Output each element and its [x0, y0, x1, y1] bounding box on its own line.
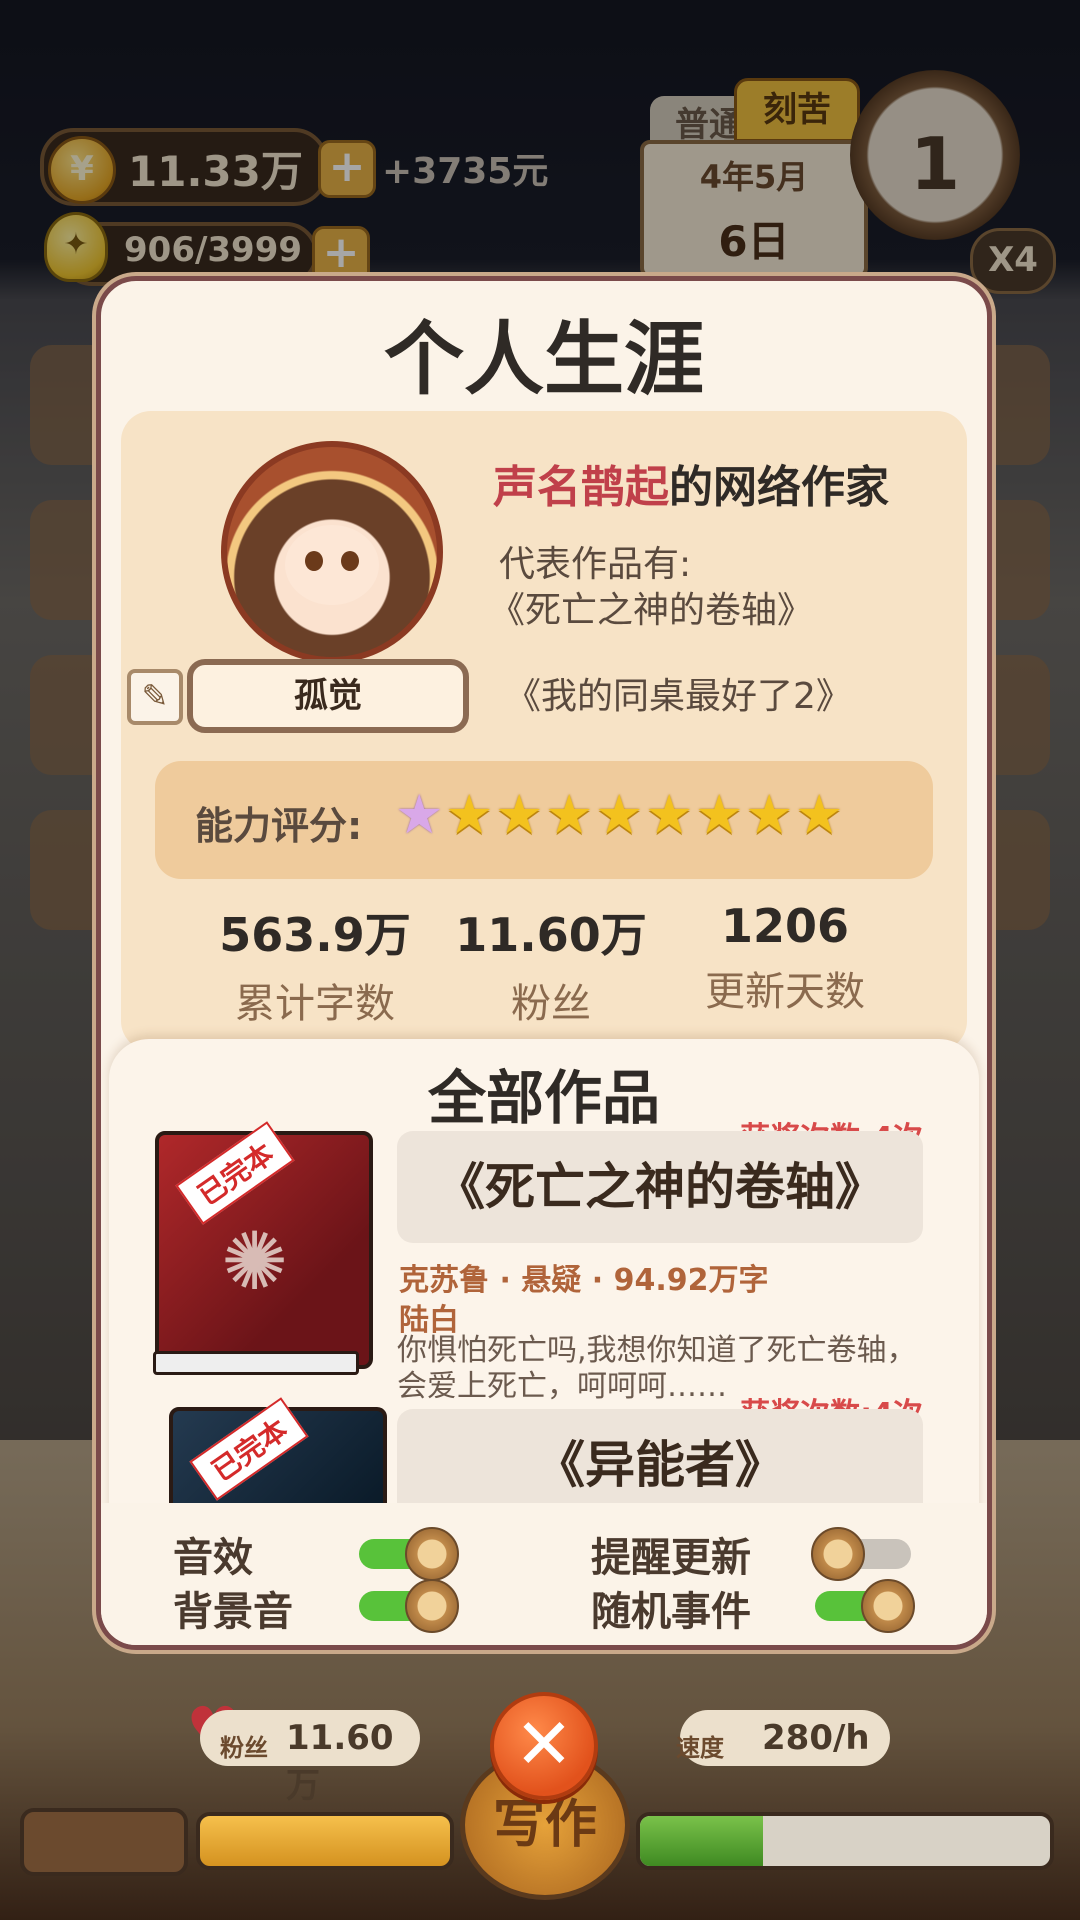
avatar [221, 441, 443, 663]
sound-effects-label: 音效 [173, 1535, 253, 1581]
work-meta: 克苏鲁 · 悬疑 · 94.92万字 [399, 1263, 769, 1298]
rating-star-icon: ★ [795, 783, 844, 846]
book-cover[interactable]: 已完本 ✺ [153, 1121, 373, 1375]
close-button[interactable]: ✕ [490, 1692, 598, 1800]
sound-effects-toggle[interactable] [359, 1527, 459, 1581]
rating-star-icon: ★ [395, 783, 444, 846]
stat-fans: 11.60万 粉丝 [421, 899, 681, 1029]
edit-name-icon[interactable]: ✎ [127, 669, 183, 725]
work-title[interactable]: 《死亡之神的卷轴》 [397, 1131, 923, 1243]
writing-progress-bar [636, 1812, 1054, 1870]
random-events-label: 随机事件 [591, 1589, 751, 1635]
ability-rating: 能力评分: ★ ★ ★ ★ ★ ★ ★ ★ ★ [155, 761, 933, 879]
settings-panel: 音效 背景音 提醒更新 随机事件 [101, 1503, 987, 1645]
toggle-knob [811, 1527, 865, 1581]
rating-star-icon: ★ [645, 783, 694, 846]
author-name[interactable]: 孤觉 [187, 659, 469, 733]
career-modal: 个人生涯 ✎ 孤觉 声名鹊起的网络作家 代表作品有: 《死亡之神的卷轴》 《我的… [96, 276, 992, 1650]
stat-value: 1206 [720, 899, 850, 953]
background-music-toggle[interactable] [359, 1579, 459, 1633]
rating-star-icon: ★ [445, 783, 494, 846]
profile-card: ✎ 孤觉 声名鹊起的网络作家 代表作品有: 《死亡之神的卷轴》 《我的同桌最好了… [121, 411, 967, 1051]
speed-value: 280/h [762, 1718, 870, 1758]
stat-label: 粉丝 [511, 981, 591, 1027]
representative-work: 《我的同桌最好了2》 [505, 676, 852, 717]
random-events-toggle[interactable] [815, 1579, 915, 1633]
stat-value: 563.9万 [219, 908, 411, 962]
stat-total-words: 563.9万 累计字数 [185, 899, 445, 1029]
background-music-label: 背景音 [173, 1589, 293, 1635]
author-title: 声名鹊起的网络作家 [493, 451, 889, 515]
speed-label: 速度 [676, 1734, 724, 1762]
stat-value: 11.60万 [455, 908, 647, 962]
representative-work: 《死亡之神的卷轴》 [489, 590, 814, 631]
rating-label: 能力评分: [195, 804, 363, 848]
stat-label: 更新天数 [705, 969, 865, 1015]
bottom-progress-left [196, 1812, 454, 1870]
avatar-face [285, 525, 379, 605]
fans-label: 粉丝 [220, 1734, 268, 1762]
rating-star-icon: ★ [745, 783, 794, 846]
writing-progress-fill [640, 1816, 763, 1866]
book-pages [153, 1351, 359, 1375]
fans-value: 11.60万 [286, 1718, 394, 1806]
update-reminder-toggle[interactable] [811, 1527, 911, 1581]
stat-label: 累计字数 [235, 981, 395, 1027]
rating-star-icon: ★ [695, 783, 744, 846]
avatar-eye [305, 551, 323, 571]
fame-level: 声名鹊起 [493, 462, 669, 513]
modal-title: 个人生涯 [384, 313, 704, 406]
avatar-eye [341, 551, 359, 571]
title-suffix: 的网络作家 [669, 462, 889, 513]
octopus-icon: ✺ [221, 1215, 289, 1308]
toggle-knob [861, 1579, 915, 1633]
completed-stamp: 已完本 [175, 1121, 295, 1225]
stat-update-days: 1206 更新天数 [655, 899, 915, 1017]
rating-star-icon: ★ [595, 783, 644, 846]
rating-star-icon: ★ [545, 783, 594, 846]
completed-stamp: 已完本 [189, 1397, 309, 1501]
bottom-left-slot[interactable] [20, 1808, 188, 1876]
fans-counter: 粉丝 11.60万 [200, 1710, 420, 1806]
rating-star-icon: ★ [495, 783, 544, 846]
representative-works-label: 代表作品有: [499, 544, 692, 585]
speed-counter: 速度 280/h [676, 1710, 890, 1766]
toggle-knob [405, 1527, 459, 1581]
toggle-knob [405, 1579, 459, 1633]
update-reminder-label: 提醒更新 [591, 1535, 751, 1581]
